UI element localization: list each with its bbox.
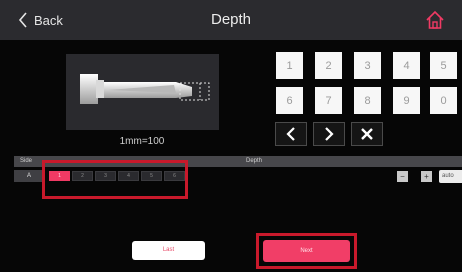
chevron-left-icon bbox=[286, 127, 295, 141]
scale-label: 1mm=100 bbox=[119, 136, 165, 147]
keypad-key-9[interactable]: 9 bbox=[393, 87, 420, 114]
keypad-key-0[interactable]: 0 bbox=[430, 87, 457, 114]
keypad-key-2[interactable]: 2 bbox=[315, 52, 342, 79]
increase-button[interactable]: + bbox=[421, 171, 432, 182]
back-label: Back bbox=[34, 12, 63, 28]
key-blade-image bbox=[80, 74, 210, 104]
close-icon bbox=[361, 128, 373, 140]
previous-button[interactable] bbox=[275, 122, 307, 146]
next-position-button[interactable] bbox=[313, 122, 345, 146]
keypad-key-5[interactable]: 5 bbox=[430, 52, 457, 79]
clear-button[interactable] bbox=[351, 122, 383, 146]
keypad-key-8[interactable]: 8 bbox=[354, 87, 381, 114]
highlight-box-cells bbox=[42, 160, 188, 199]
keypad-key-6[interactable]: 6 bbox=[276, 87, 303, 114]
keypad-key-1[interactable]: 1 bbox=[276, 52, 303, 79]
side-column-header: Side bbox=[20, 158, 33, 164]
decrease-button[interactable]: − bbox=[397, 171, 408, 182]
keypad-key-3[interactable]: 3 bbox=[354, 52, 381, 79]
home-icon bbox=[426, 10, 444, 29]
depth-column-header: Depth bbox=[246, 158, 263, 164]
last-button[interactable]: Last bbox=[132, 241, 205, 260]
keypad-key-7[interactable]: 7 bbox=[315, 87, 342, 114]
keypad-key-4[interactable]: 4 bbox=[393, 52, 420, 79]
home-button[interactable] bbox=[424, 9, 446, 31]
top-bar bbox=[0, 0, 462, 40]
chevron-left-icon bbox=[18, 12, 27, 28]
auto-button[interactable]: auto bbox=[439, 170, 462, 183]
chevron-right-icon bbox=[325, 127, 334, 141]
next-button[interactable]: Next bbox=[263, 240, 350, 262]
back-button[interactable]: Back bbox=[18, 9, 63, 31]
row-label: A bbox=[14, 170, 44, 182]
key-image-panel bbox=[66, 54, 219, 130]
